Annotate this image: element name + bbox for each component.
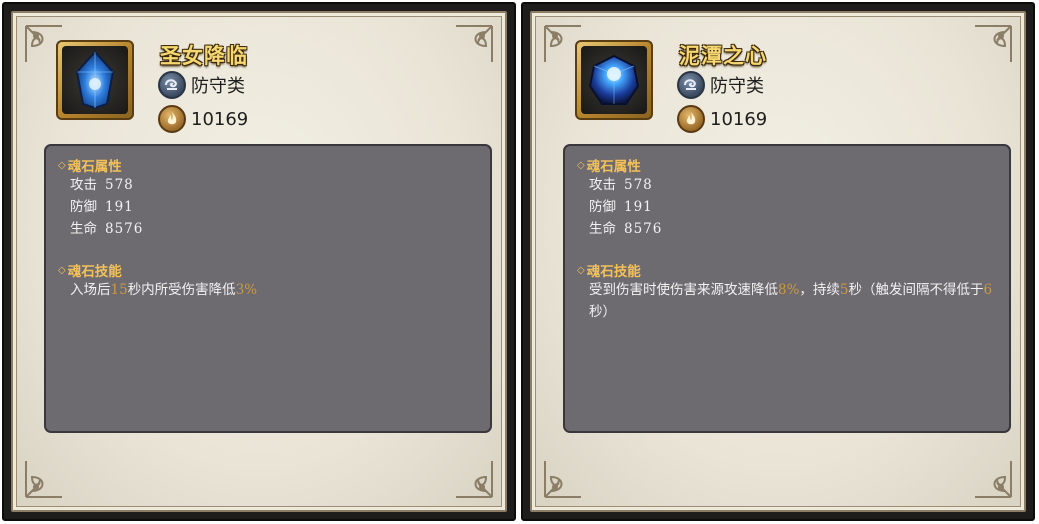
details-panel: ◇ 魂石属性 攻击 578 防御 191 生命 8576 ◇ 魂石技能 入场后15秒内… (44, 144, 492, 433)
skill-description: 入场后15秒内所受伤害降低3% (70, 282, 258, 298)
flame-power-icon (677, 105, 705, 133)
soulstone-title: 泥潭之心 (679, 43, 767, 68)
diamond-bullet-icon: ◇ (58, 159, 66, 171)
soulstone-title: 圣女降临 (160, 43, 248, 68)
ornament-corner-icon (544, 461, 581, 498)
stat-row: 生命 8576 (70, 221, 144, 237)
ornament-corner-icon (975, 461, 1012, 498)
power-value: 10169 (191, 108, 249, 130)
category-label: 防守类 (191, 76, 245, 97)
shield-swirl-icon (677, 71, 705, 99)
ornament-corner-icon (456, 461, 493, 498)
diamond-bullet-icon: ◇ (58, 264, 66, 276)
soulstone-card-1: 圣女降临 防守类 10169 ◇ 魂石属性 攻击 578 防御 191 生命 8576… (2, 2, 516, 521)
diamond-bullet-icon: ◇ (577, 264, 585, 276)
crystal-gem-icon (75, 50, 115, 110)
crystal-gem-icon (588, 54, 640, 105)
attributes-header: ◇ 魂石属性 (58, 159, 122, 175)
skill-header: ◇ 魂石技能 (577, 264, 641, 280)
category-row: 防守类 (677, 70, 764, 100)
stat-row: 攻击 578 (70, 177, 134, 193)
ornament-corner-icon (25, 461, 62, 498)
stat-row: 攻击 578 (589, 177, 653, 193)
power-row: 10169 (677, 104, 767, 134)
category-label: 防守类 (710, 76, 764, 97)
details-panel: ◇ 魂石属性 攻击 578 防御 191 生命 8576 ◇ 魂石技能 受到伤害时使伤… (563, 144, 1011, 433)
skill-description: 受到伤害时使伤害来源攻速降低8%，持续5秒（触发间隔不得低于6秒） (589, 282, 993, 320)
stat-row: 防御 191 (589, 199, 653, 215)
ornament-corner-icon (975, 25, 1012, 62)
category-row: 防守类 (158, 70, 245, 100)
skill-header: ◇ 魂石技能 (58, 264, 122, 280)
stat-row: 防御 191 (70, 199, 134, 215)
ornament-corner-icon (456, 25, 493, 62)
shield-swirl-icon (158, 71, 186, 99)
soulstone-gem-frame[interactable] (575, 40, 653, 120)
flame-power-icon (158, 105, 186, 133)
card-parchment: 圣女降临 防守类 10169 ◇ 魂石属性 攻击 578 防御 191 生命 8576… (11, 11, 507, 512)
power-row: 10169 (158, 104, 248, 134)
card-parchment: 泥潭之心 防守类 10169 ◇ 魂石属性 攻击 578 防御 191 生命 8576… (530, 11, 1026, 512)
stat-row: 生命 8576 (589, 221, 663, 237)
power-value: 10169 (710, 108, 768, 130)
attributes-header: ◇ 魂石属性 (577, 159, 641, 175)
soulstone-card-2: 泥潭之心 防守类 10169 ◇ 魂石属性 攻击 578 防御 191 生命 8576… (521, 2, 1035, 521)
diamond-bullet-icon: ◇ (577, 159, 585, 171)
soulstone-gem-frame[interactable] (56, 40, 134, 120)
